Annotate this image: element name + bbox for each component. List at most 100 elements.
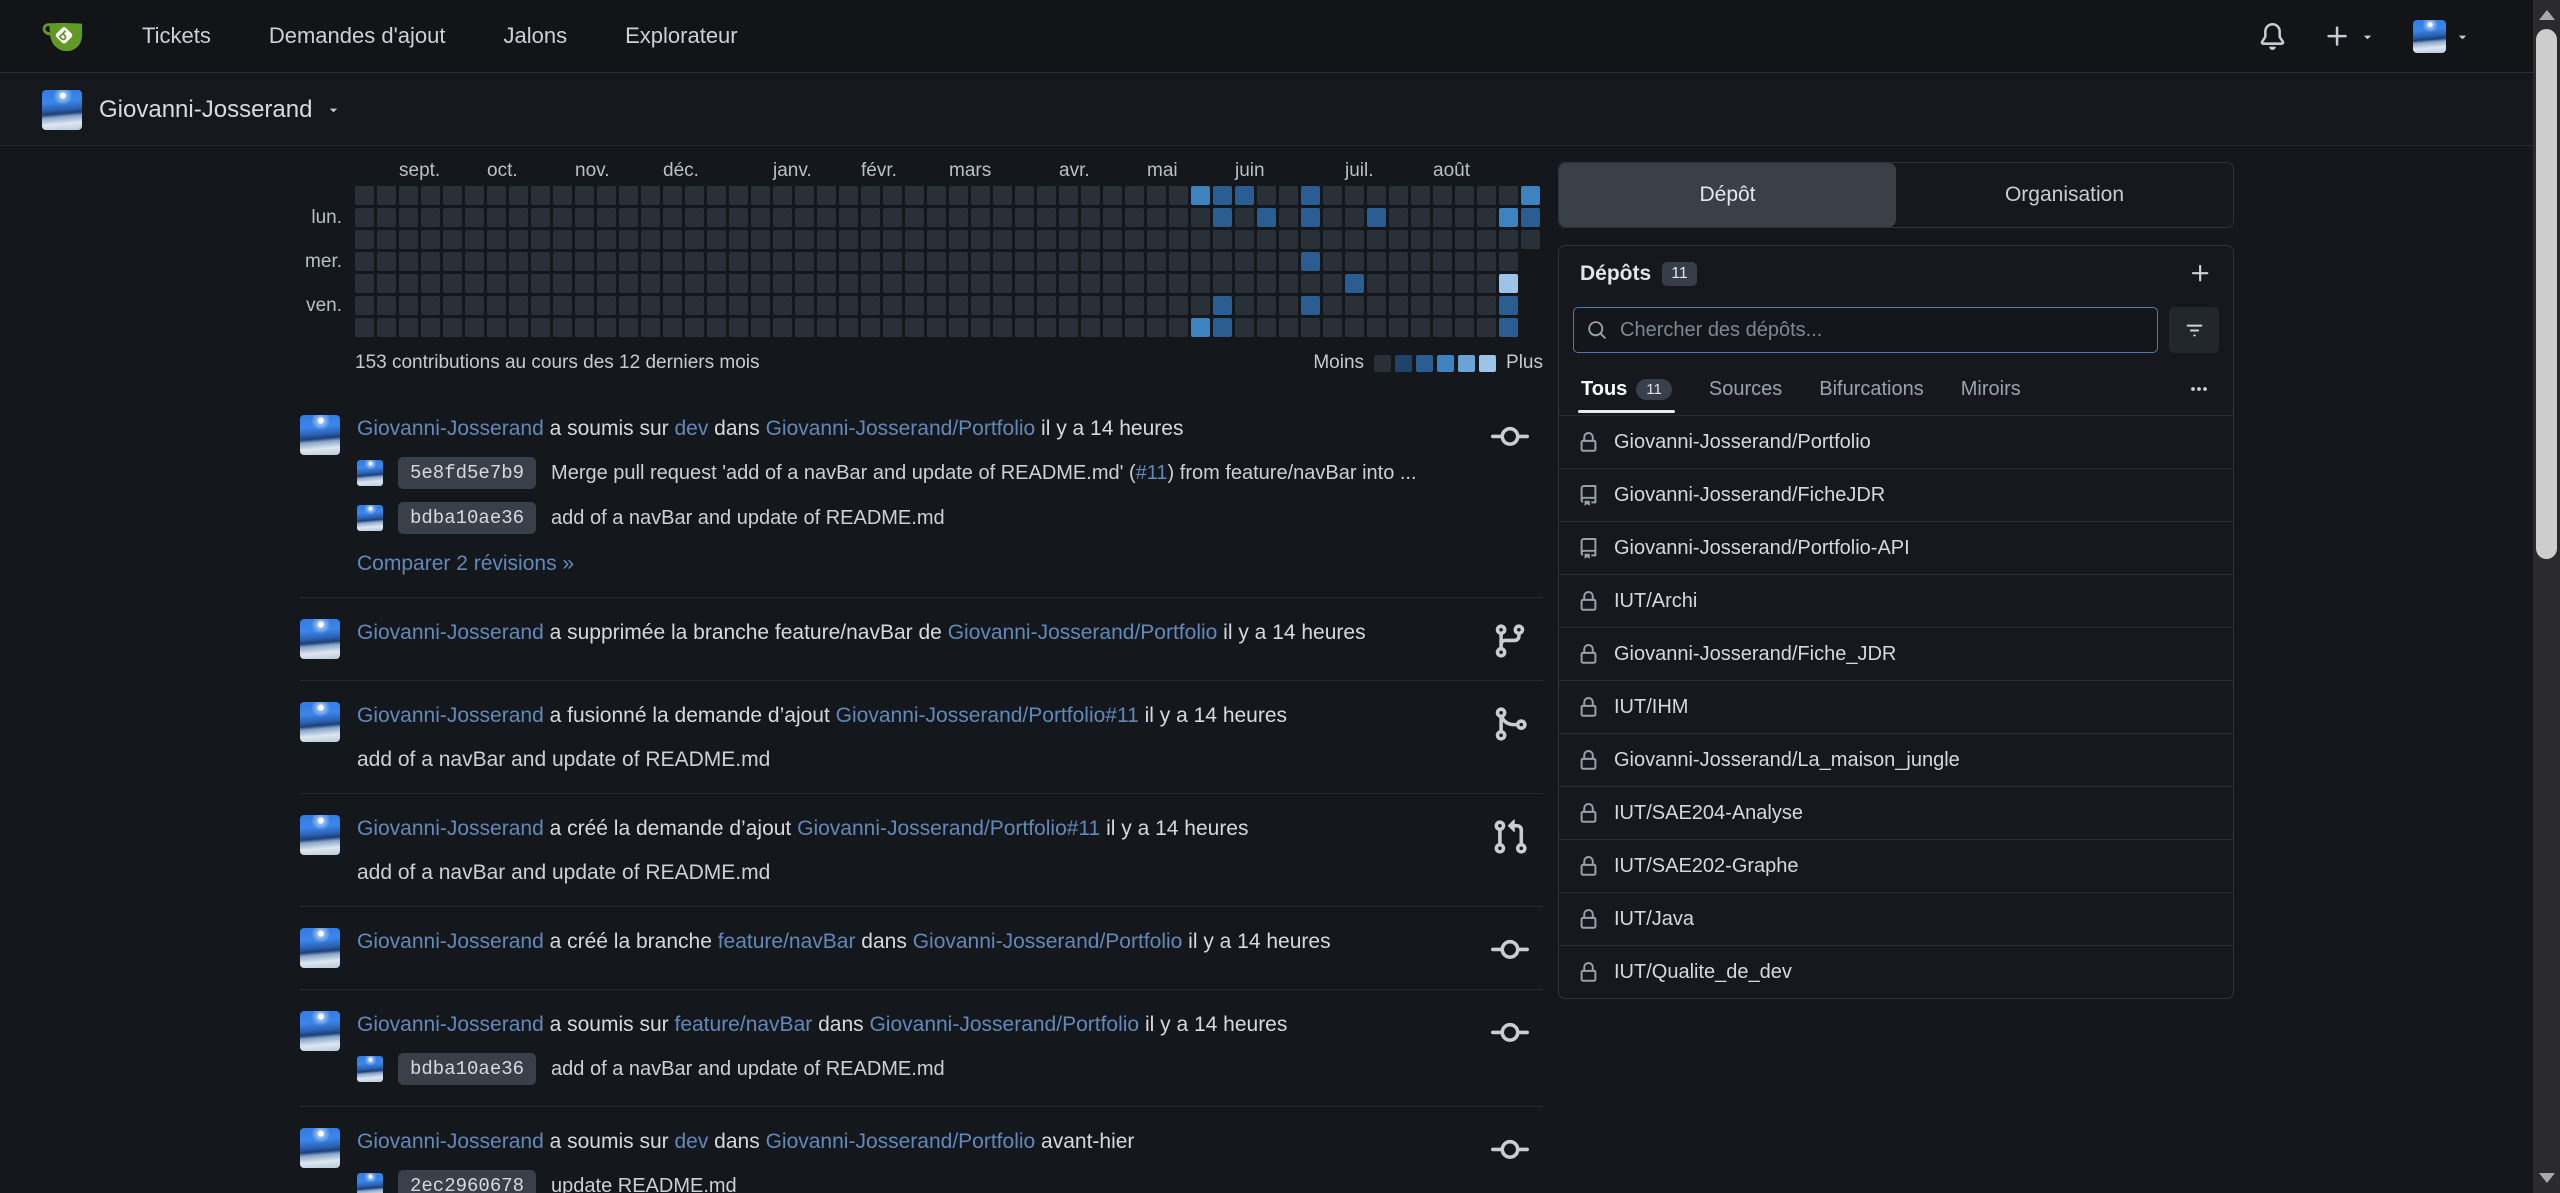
feed-link[interactable]: Giovanni-Josserand bbox=[357, 1130, 544, 1153]
avatar[interactable] bbox=[300, 815, 340, 855]
repo-list-item[interactable]: IUT/Java bbox=[1559, 892, 2233, 945]
page-scrollbar[interactable] bbox=[2533, 0, 2560, 1193]
repo-list-item[interactable]: Giovanni-Josserand/FicheJDR bbox=[1559, 468, 2233, 521]
heatmap-cell bbox=[1147, 186, 1166, 205]
avatar[interactable] bbox=[300, 1128, 340, 1168]
commit-hash[interactable]: 5e8fd5e7b9 bbox=[398, 457, 536, 489]
activity-feed: Giovanni-Josserand a soumis sur dev dans… bbox=[300, 394, 1543, 1193]
heatmap-cell bbox=[1037, 296, 1056, 315]
feed-text: dans bbox=[708, 1130, 765, 1153]
avatar bbox=[357, 460, 383, 486]
tab-d-p-t[interactable]: Dépôt bbox=[1559, 163, 1896, 227]
commit-message: add of a navBar and update of README.md bbox=[551, 1058, 945, 1081]
feed-link[interactable]: Giovanni-Josserand/Portfolio#11 bbox=[797, 817, 1100, 840]
context-user-switcher[interactable]: Giovanni-Josserand bbox=[99, 96, 312, 124]
repo-filter-tab-miroirs[interactable]: Miroirs bbox=[1961, 378, 2021, 401]
feed-link[interactable]: Giovanni-Josserand bbox=[357, 1013, 544, 1036]
heatmap-cell bbox=[1477, 230, 1496, 249]
feed-link[interactable]: dev bbox=[674, 417, 708, 440]
avatar[interactable] bbox=[300, 702, 340, 742]
heatmap-cell bbox=[443, 318, 462, 337]
heatmap-cell bbox=[1499, 274, 1518, 293]
avatar[interactable] bbox=[300, 415, 340, 455]
create-new-button[interactable] bbox=[2324, 23, 2375, 50]
scroll-up-button[interactable] bbox=[2533, 2, 2560, 28]
feed-text: avant-hier bbox=[1035, 1130, 1134, 1153]
feed-link[interactable]: Giovanni-Josserand/Portfolio bbox=[869, 1013, 1139, 1036]
heatmap-cell bbox=[619, 296, 638, 315]
feed-link[interactable]: feature/navBar bbox=[674, 1013, 812, 1036]
more-options-icon[interactable] bbox=[2187, 377, 2211, 401]
heatmap-cell bbox=[575, 186, 594, 205]
repo-filter-tab-sources[interactable]: Sources bbox=[1709, 378, 1782, 401]
heatmap-legend: Moins Plus bbox=[1313, 352, 1543, 374]
feed-link[interactable]: Giovanni-Josserand/Portfolio bbox=[948, 621, 1218, 644]
feed-text: Merge pull request 'add of a navBar and … bbox=[551, 462, 1136, 484]
feed-link[interactable]: Giovanni-Josserand bbox=[357, 621, 544, 644]
feed-link[interactable]: Giovanni-Josserand/Portfolio bbox=[913, 930, 1183, 953]
repo-list-item[interactable]: IUT/Qualite_de_dev bbox=[1559, 945, 2233, 998]
avatar[interactable] bbox=[300, 928, 340, 968]
repo-search-input[interactable] bbox=[1618, 318, 2144, 343]
feed-link[interactable]: Giovanni-Josserand bbox=[357, 817, 544, 840]
feed-link[interactable]: Giovanni-Josserand/Portfolio bbox=[766, 1130, 1036, 1153]
repo-filter-tab-tous[interactable]: Tous11 bbox=[1581, 378, 1672, 401]
tab-organisation[interactable]: Organisation bbox=[1896, 163, 2233, 227]
nav-item-jalons[interactable]: Jalons bbox=[504, 23, 568, 49]
user-menu-button[interactable] bbox=[2413, 20, 2470, 53]
nav-item-explorateur[interactable]: Explorateur bbox=[625, 23, 738, 49]
heatmap-cell bbox=[509, 318, 528, 337]
feed-link[interactable]: Giovanni-Josserand/Portfolio bbox=[766, 417, 1036, 440]
heatmap-cell bbox=[1433, 296, 1452, 315]
repo-list-item[interactable]: IUT/IHM bbox=[1559, 680, 2233, 733]
heatmap-cell bbox=[1081, 186, 1100, 205]
new-repo-button[interactable] bbox=[2189, 262, 2212, 285]
avatar[interactable] bbox=[300, 619, 340, 659]
heatmap-cell bbox=[773, 230, 792, 249]
lock-icon bbox=[1578, 962, 1599, 983]
scrollbar-thumb[interactable] bbox=[2536, 29, 2557, 559]
git-commit-icon bbox=[1491, 1014, 1529, 1052]
commit-hash[interactable]: 2ec2960678 bbox=[398, 1170, 536, 1193]
feed-link[interactable]: dev bbox=[674, 1130, 708, 1153]
feed-text: il y a 14 heures bbox=[1139, 704, 1287, 727]
commit-message: add of a navBar and update of README.md bbox=[551, 507, 945, 530]
heatmap-cell bbox=[1345, 274, 1364, 293]
commit-hash[interactable]: bdba10ae36 bbox=[398, 502, 536, 534]
gitea-logo-icon[interactable] bbox=[42, 15, 84, 57]
heatmap-cell bbox=[1015, 318, 1034, 337]
feed-link[interactable]: Giovanni-Josserand bbox=[357, 417, 544, 440]
heatmap-cell bbox=[883, 208, 902, 227]
avatar[interactable] bbox=[300, 1011, 340, 1051]
repo-list-item[interactable]: Giovanni-Josserand/La_maison_jungle bbox=[1559, 733, 2233, 786]
commit-hash[interactable]: bdba10ae36 bbox=[398, 1053, 536, 1085]
repo-list-item[interactable]: IUT/Archi bbox=[1559, 574, 2233, 627]
contributions-count: 153 contributions au cours des 12 dernie… bbox=[355, 352, 760, 374]
repo-list-item[interactable]: Giovanni-Josserand/Fiche_JDR bbox=[1559, 627, 2233, 680]
repo-filter-tab-bifurcations[interactable]: Bifurcations bbox=[1819, 378, 1924, 401]
feed-link[interactable]: feature/navBar bbox=[718, 930, 856, 953]
heatmap-cell bbox=[663, 230, 682, 249]
feed-link[interactable]: Giovanni-Josserand bbox=[357, 704, 544, 727]
heatmap-cell bbox=[839, 208, 858, 227]
feed-link[interactable]: #11 bbox=[1136, 462, 1168, 484]
feed-link[interactable]: Giovanni-Josserand bbox=[357, 930, 544, 953]
repo-list-item[interactable]: IUT/SAE202-Graphe bbox=[1559, 839, 2233, 892]
heatmap-cell bbox=[1169, 274, 1188, 293]
feed-link[interactable]: Giovanni-Josserand/Portfolio#11 bbox=[836, 704, 1139, 727]
repo-filter-button[interactable] bbox=[2169, 307, 2219, 353]
heatmap-cell bbox=[993, 208, 1012, 227]
feed-item-title: Giovanni-Josserand a soumis sur dev dans… bbox=[357, 413, 1473, 444]
scroll-down-button[interactable] bbox=[2533, 1165, 2560, 1191]
notifications-button[interactable] bbox=[2259, 23, 2286, 50]
repo-list-item[interactable]: Giovanni-Josserand/Portfolio bbox=[1559, 415, 2233, 468]
nav-item-demandes-d-ajout[interactable]: Demandes d'ajout bbox=[269, 23, 446, 49]
repo-list-item[interactable]: Giovanni-Josserand/Portfolio-API bbox=[1559, 521, 2233, 574]
heatmap-cell bbox=[1367, 186, 1386, 205]
compare-revisions-link[interactable]: Comparer 2 révisions » bbox=[357, 552, 574, 576]
heatmap-cell bbox=[553, 296, 572, 315]
repo-list-item[interactable]: IUT/SAE204-Analyse bbox=[1559, 786, 2233, 839]
nav-item-tickets[interactable]: Tickets bbox=[142, 23, 211, 49]
heatmap-cell bbox=[1015, 230, 1034, 249]
heatmap-cell bbox=[927, 296, 946, 315]
